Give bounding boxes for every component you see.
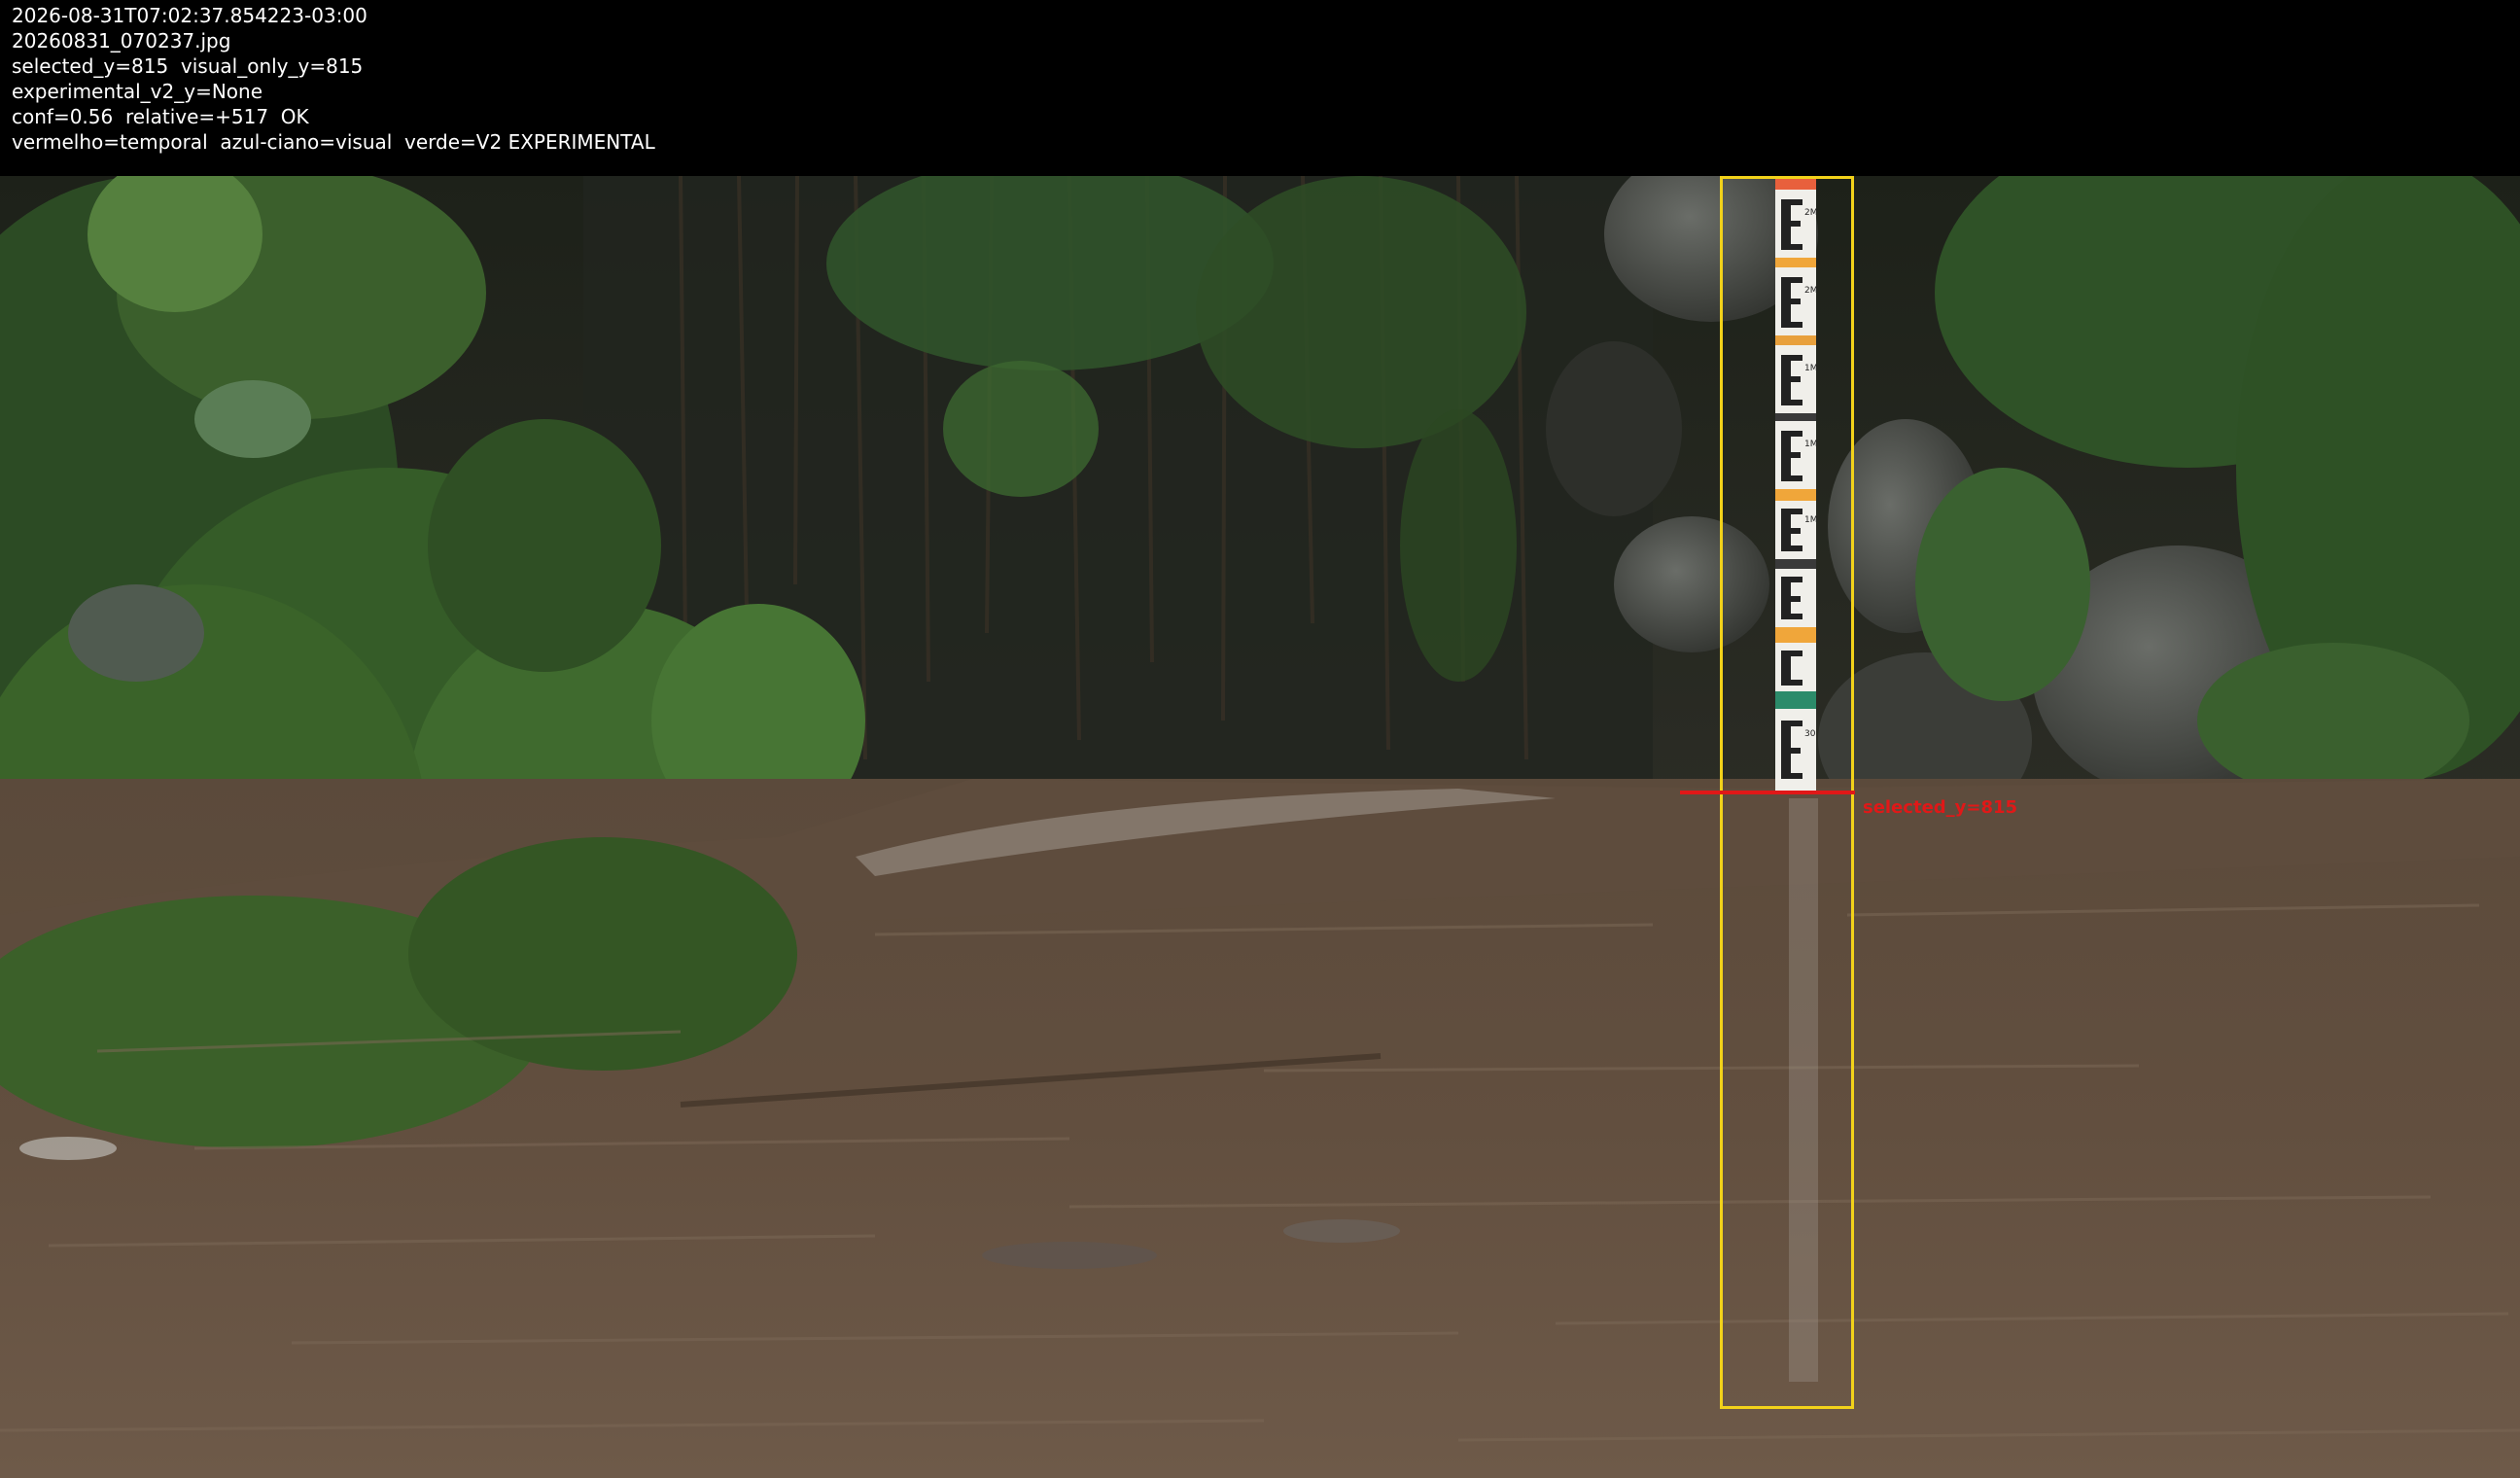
timestamp-text: 2026-08-31T07:02:37.854223-03:00: [12, 4, 368, 27]
gauge-mark: 30: [1804, 729, 1816, 739]
gauge-mark: 2M: [1804, 208, 1818, 218]
gauge-mark: 1M: [1804, 440, 1818, 449]
gauge-mark: 1M: [1804, 515, 1818, 525]
experimental-text: experimental_v2_y=None: [12, 80, 263, 103]
river-scene: 2M 2M 1M 1M 1M 30: [0, 176, 2520, 1478]
gauge-reflection: [1789, 798, 1818, 1382]
camera-frame: 2026-08-31T07:02:37.854223-03:00 2026083…: [0, 0, 2520, 1478]
gauge-mark: 2M: [1804, 286, 1818, 296]
staff-gauge: 2M 2M 1M 1M 1M 30: [1775, 176, 1818, 791]
selected-y-text: selected_y=815 visual_only_y=815: [12, 54, 364, 78]
filename-text: 20260831_070237.jpg: [12, 29, 231, 53]
info-header: 2026-08-31T07:02:37.854223-03:00 2026083…: [0, 0, 2520, 176]
legend-text: vermelho=temporal azul-ciano=visual verd…: [12, 130, 655, 154]
gauge-mark: 1M: [1804, 364, 1818, 373]
confidence-text: conf=0.56 relative=+517 OK: [12, 105, 309, 128]
